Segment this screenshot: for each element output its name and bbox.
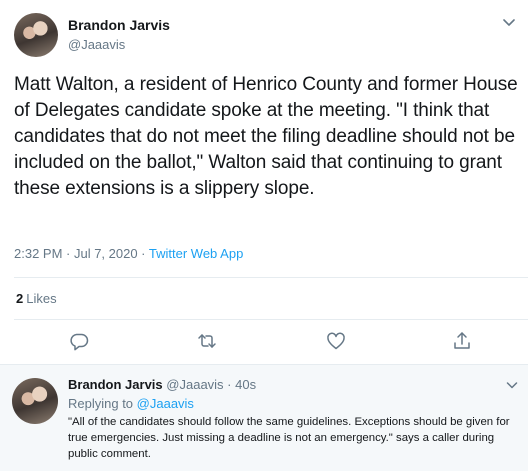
retweet-icon[interactable] (196, 330, 218, 352)
chevron-down-icon[interactable] (504, 377, 520, 393)
tweet-text: Matt Walton, a resident of Henrico Count… (14, 74, 518, 199)
main-tweet: Brandon Jarvis @Jaaavis Matt Walton, a r… (0, 0, 528, 362)
replying-to: Replying to @Jaaavis (68, 396, 194, 411)
divider (14, 319, 528, 320)
avatar[interactable] (12, 378, 58, 424)
action-bar (0, 330, 528, 356)
share-icon[interactable] (451, 330, 473, 352)
reply-text: "All of the candidates should follow the… (68, 416, 510, 460)
reply-author-handle[interactable]: @Jaaavis (166, 377, 223, 392)
reply-icon[interactable] (68, 330, 90, 352)
reply-author-name[interactable]: Brandon Jarvis (68, 377, 163, 392)
reply-tweet[interactable]: Brandon Jarvis @Jaaavis · 40s Replying t… (0, 364, 528, 471)
tweet-timestamp[interactable]: 2:32 PM · Jul 7, 2020 · (14, 246, 149, 261)
separator: · (223, 377, 236, 392)
like-icon[interactable] (325, 330, 347, 352)
tweet-source[interactable]: Twitter Web App (149, 246, 243, 261)
tweet-thread: Brandon Jarvis @Jaaavis Matt Walton, a r… (0, 0, 528, 471)
avatar[interactable] (14, 13, 58, 57)
likes-label: Likes (26, 291, 57, 306)
author-block: Brandon Jarvis @Jaaavis (68, 16, 170, 54)
author-name[interactable]: Brandon Jarvis (68, 16, 170, 34)
reply-header: Brandon Jarvis @Jaaavis · 40s (68, 377, 256, 392)
replying-to-mention[interactable]: @Jaaavis (137, 396, 194, 411)
likes-count: 2 (16, 291, 24, 306)
replying-to-label: Replying to (68, 396, 137, 411)
author-handle[interactable]: @Jaaavis (68, 36, 170, 54)
chevron-down-icon[interactable] (500, 13, 518, 31)
likes-row[interactable]: 2 Likes (16, 291, 57, 306)
tweet-meta: 2:32 PM · Jul 7, 2020 · Twitter Web App (14, 246, 243, 261)
reply-time[interactable]: 40s (235, 377, 256, 392)
divider (14, 277, 528, 278)
